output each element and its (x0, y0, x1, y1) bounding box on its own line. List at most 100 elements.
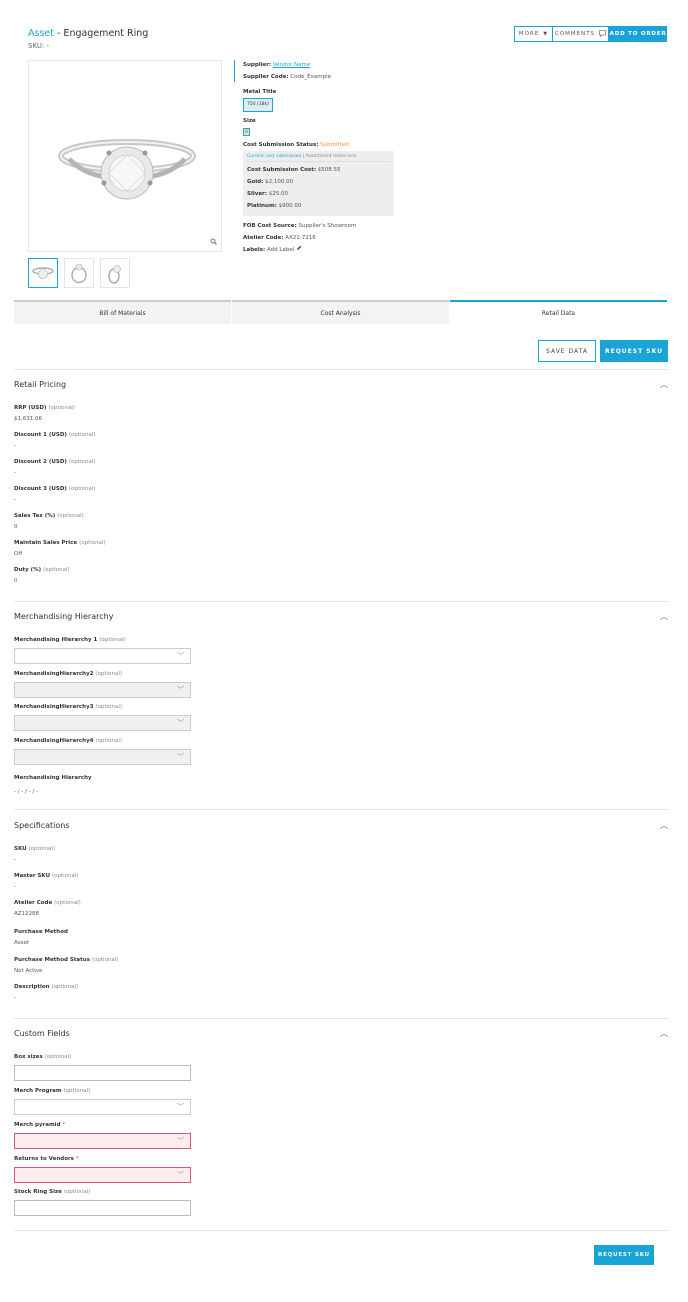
thumbnail-2[interactable] (64, 258, 94, 288)
cost-row-label: Silver: (247, 191, 267, 197)
size-label: Size (243, 118, 256, 124)
required-marker: * (75, 1156, 79, 1162)
fob-value: Supplier's Showroom (298, 223, 357, 229)
field-label: SKU (14, 846, 27, 852)
field-value: Off (14, 551, 23, 557)
thumbnail-3[interactable] (100, 258, 130, 288)
section-divider (14, 1230, 668, 1231)
box-sizes-input[interactable] (14, 1065, 191, 1081)
section-divider (14, 369, 668, 370)
cost-box-note: Assortment metal lock (305, 154, 357, 159)
chevron-down-icon: ﹀ (177, 686, 184, 694)
merch-hierarchy-3-select[interactable]: ﹀ (14, 715, 191, 731)
merch-hierarchy-1-select[interactable]: ﹀ (14, 648, 191, 664)
optional-tag: (optional) (57, 513, 84, 519)
merch-hierarchy-2-select[interactable]: ﹀ (14, 682, 191, 698)
thumbnail-1[interactable] (28, 258, 58, 288)
merch-program-select[interactable]: ﹀ (14, 1099, 191, 1115)
comments-label: COMMENTS (554, 31, 596, 37)
custom-field: Merch pyramid * ﹀ (14, 1122, 191, 1149)
optional-tag: (optional) (28, 846, 56, 852)
metal-chip[interactable]: 750 (18k) (243, 98, 273, 112)
merch-pyramid-select[interactable]: ﹀ (14, 1133, 191, 1149)
cost-submission-box: Current cost submission | Assortment met… (243, 151, 394, 216)
field-label: Merch Program (14, 1088, 62, 1094)
field-value: Not Active (14, 968, 43, 974)
supplier-label: Supplier: (243, 62, 272, 68)
field-label: Description (14, 984, 50, 990)
retail-field: Discount 2 (USD) (optional) - (14, 459, 95, 476)
field-label: Merchandising Hierarchy 1 (14, 637, 98, 643)
tab-cost-analysis[interactable]: Cost Analysis (232, 300, 449, 324)
chevron-down-icon: ﹀ (177, 753, 184, 761)
retail-field: Discount 1 (USD) (optional) - (14, 432, 95, 449)
top-actions: MORE ▼ COMMENTS ADD TO ORDER (514, 26, 667, 42)
supplier-link[interactable]: Vendor Name (273, 62, 310, 68)
more-button[interactable]: MORE ▼ (514, 26, 553, 42)
custom-field: Box sizes (optional) (14, 1054, 191, 1081)
bottom-request-sku-button[interactable]: REQUEST SKU (594, 1245, 654, 1265)
chevron-up-icon[interactable]: ︿ (660, 820, 668, 831)
chevron-up-icon[interactable]: ︿ (660, 611, 668, 622)
labels-label: Labels: (243, 247, 266, 253)
field-value: 0 (14, 524, 18, 530)
asset-link[interactable]: Asset (28, 28, 54, 39)
chevron-down-icon: ﹀ (177, 652, 184, 660)
merch-hierarchy-4-select[interactable]: ﹀ (14, 749, 191, 765)
field-label: Maintain Sales Price (14, 540, 78, 546)
field-label: Master SKU (14, 873, 51, 879)
chevron-down-icon: ﹀ (177, 1137, 184, 1145)
required-marker: * (62, 1122, 66, 1128)
optional-tag: (optional) (68, 486, 96, 492)
cost-row: Gold: $2,100.00 (247, 176, 390, 188)
field-value: - (14, 470, 16, 476)
custom-fields-title: Custom Fields (14, 1029, 70, 1038)
main-product-image[interactable] (28, 60, 222, 252)
chevron-up-icon[interactable]: ︿ (660, 1028, 668, 1039)
field-label: Merch pyramid (14, 1122, 61, 1128)
field-value: - (14, 497, 16, 503)
tab-bill-of-materials[interactable]: Bill of Materials (14, 300, 231, 324)
field-label: Discount 2 (USD) (14, 459, 67, 465)
supplier-code-value: Code_Example (290, 74, 332, 80)
ring-thumb-icon (71, 263, 87, 284)
merch-summary-label: Merchandising Hierarchy (14, 775, 92, 781)
merch-hierarchy-title: Merchandising Hierarchy (14, 612, 114, 621)
cost-status-label: Cost Submission Status: (243, 142, 319, 148)
sku-line: SKU: - (28, 42, 50, 50)
request-sku-button[interactable]: REQUEST SKU (600, 340, 668, 362)
field-value: - (14, 995, 16, 1001)
add-to-order-button[interactable]: ADD TO ORDER (609, 26, 667, 42)
retail-field: Discount 3 (USD) (optional) - (14, 486, 95, 503)
optional-tag: (optional) (43, 567, 70, 573)
cost-row-label: Platinum: (247, 203, 277, 209)
field-label: Discount 1 (USD) (14, 432, 67, 438)
section-divider (14, 601, 668, 602)
ring-thumb-icon (108, 265, 121, 284)
title-text: - Engagement Ring (53, 28, 149, 39)
comments-button[interactable]: COMMENTS (553, 26, 609, 42)
tab-retail-data[interactable]: Retail Data (450, 300, 667, 324)
field-label: MerchandisingHierarchy2 (14, 671, 94, 677)
returns-to-vendors-select[interactable]: ﹀ (14, 1167, 191, 1183)
pencil-icon[interactable] (296, 245, 302, 253)
optional-tag: (optional) (99, 637, 126, 643)
stock-ring-size-input[interactable] (14, 1200, 191, 1216)
field-label: RRP (USD) (14, 405, 47, 411)
field-label: Atelier Code (14, 900, 53, 906)
current-cost-link[interactable]: Current cost submission (247, 154, 301, 159)
field-value: AZ12288 (14, 911, 40, 917)
cost-row-value: $2,100.00 (265, 179, 294, 185)
chevron-down-icon: ﹀ (177, 1171, 184, 1179)
optional-tag: (optional) (63, 1189, 91, 1195)
zoom-icon[interactable] (210, 238, 217, 247)
spec-field: Purchase Method Status (optional) Not Ac… (14, 957, 118, 974)
optional-tag: (optional) (95, 738, 123, 744)
save-data-button[interactable]: SAVE DATA (538, 340, 596, 362)
custom-field: Stock Ring Size (optional) (14, 1189, 191, 1216)
chevron-up-icon[interactable]: ︿ (660, 379, 668, 390)
retail-actions: SAVE DATA REQUEST SKU (538, 340, 668, 362)
spec-field: Purchase Method Asset (14, 929, 68, 946)
size-chip[interactable]: 6 (243, 128, 250, 136)
add-label-link[interactable]: Add Label (267, 247, 294, 253)
